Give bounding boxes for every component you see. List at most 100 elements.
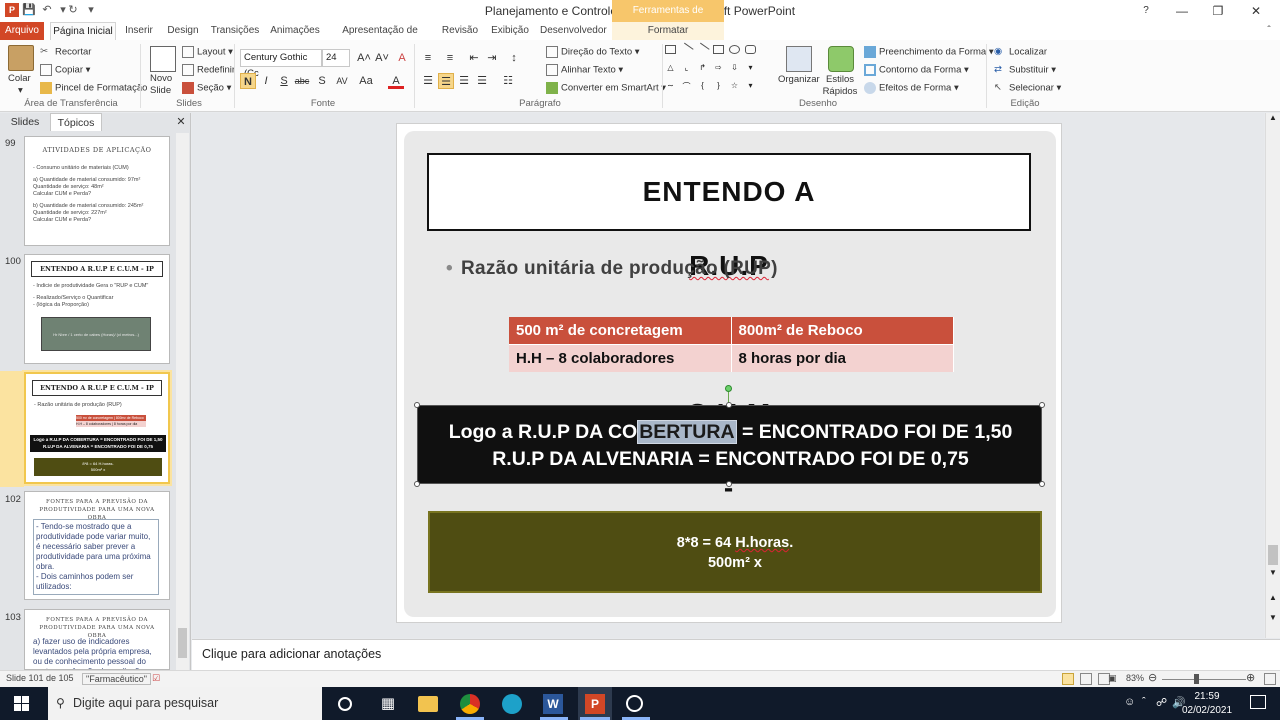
close-button[interactable]: ✕ xyxy=(1238,0,1274,22)
ribbon-collapse-icon[interactable]: ˆ xyxy=(1262,22,1276,40)
slide-title-box[interactable]: ENTENDO A R.U.P E C.U.M - IP xyxy=(427,153,1031,577)
task-view-icon[interactable]: ▦ xyxy=(378,694,398,714)
previous-slide-icon[interactable]: ▲ xyxy=(1266,593,1280,607)
chrome-icon[interactable] xyxy=(460,694,480,714)
new-slide-icon[interactable] xyxy=(150,46,176,72)
shape-fill-button[interactable]: Preenchimento da Forma ▾ xyxy=(864,46,994,58)
line-shape-icon[interactable] xyxy=(679,42,694,57)
show-hidden-icons[interactable]: ˆ xyxy=(1142,696,1146,708)
edge-icon[interactable] xyxy=(502,694,522,714)
arrange-button[interactable]: Organizar xyxy=(778,74,820,85)
replace-button[interactable]: ⇄ Substituir ▾ xyxy=(994,64,1056,76)
taskbar-search[interactable]: ⚲ Digite aqui para pesquisar xyxy=(48,687,322,720)
align-center-icon[interactable]: ☰ xyxy=(438,73,454,89)
minimize-button[interactable]: — xyxy=(1164,0,1200,22)
powerpoint-icon[interactable]: P xyxy=(585,694,605,714)
reset-button[interactable]: Redefinir xyxy=(182,64,235,76)
right-arrow-shape-icon[interactable]: ⇨ xyxy=(713,63,724,72)
slide-sorter-icon[interactable] xyxy=(1080,673,1092,685)
more-shapes-icon[interactable]: ▾ xyxy=(745,81,756,90)
resize-handle[interactable] xyxy=(414,402,420,408)
text-direction-button[interactable]: Direção do Texto ▾ xyxy=(546,46,640,58)
slide-thumbnail-102[interactable]: FONTES PARA A PREVISÃO DA PRODUTIVIDADE … xyxy=(24,491,170,600)
grow-font-button[interactable]: A˄ xyxy=(356,50,372,66)
font-name-field[interactable]: Century Gothic (Cc xyxy=(240,49,322,79)
arrow-shape-icon[interactable] xyxy=(695,42,710,57)
normal-view-icon[interactable] xyxy=(1062,673,1074,685)
brace-shape-icon[interactable]: { xyxy=(697,81,708,90)
italic-button[interactable]: I xyxy=(258,73,274,89)
canvas-scrollbar[interactable]: ▲ ▼ ▲ ▼ xyxy=(1265,113,1280,638)
obs-icon[interactable] xyxy=(626,695,643,712)
tab-transicoes[interactable]: Transições xyxy=(208,22,262,40)
tab-desenvolvedor[interactable]: Desenvolvedor xyxy=(540,22,607,40)
resize-handle[interactable] xyxy=(414,481,420,487)
shape-effects-button[interactable]: Efeitos de Forma ▾ xyxy=(864,82,959,94)
network-icon[interactable]: ☍ xyxy=(1156,696,1167,709)
tab-formatar[interactable]: Formatar xyxy=(612,22,724,40)
find-button[interactable]: ◉ Localizar xyxy=(994,46,1047,58)
tab-revisao[interactable]: Revisão xyxy=(438,22,482,40)
justify-icon[interactable]: ☰ xyxy=(474,73,490,89)
resize-handle[interactable] xyxy=(1039,402,1045,408)
select-button[interactable]: ↖ Selecionar ▾ xyxy=(994,82,1061,94)
data-table[interactable]: 500 m² de concretagem 800m² de Reboco H.… xyxy=(509,317,954,372)
align-left-icon[interactable]: ☰ xyxy=(420,73,436,89)
shape-outline-button[interactable]: Contorno da Forma ▾ xyxy=(864,64,969,76)
numbering-icon[interactable]: ≡ xyxy=(442,50,458,66)
tab-pagina-inicial[interactable]: Página Inicial xyxy=(50,22,116,40)
quick-styles-icon[interactable] xyxy=(828,46,854,72)
freeform-shape-icon[interactable]: ∼ xyxy=(665,81,676,90)
slide-thumbnail-100[interactable]: ENTENDO A R.U.P E C.U.M - IP - Indicie d… xyxy=(24,254,170,364)
shape-gallery-scroll-icon[interactable]: ▾ xyxy=(745,63,756,72)
close-pane-icon[interactable]: ✕ xyxy=(174,113,188,131)
rectangle-shape-icon[interactable] xyxy=(713,45,724,54)
notes-pane[interactable]: Clique para adicionar anotações xyxy=(192,639,1280,670)
align-text-button[interactable]: Alinhar Texto ▾ xyxy=(546,64,623,76)
triangle-shape-icon[interactable]: △ xyxy=(665,63,676,72)
font-size-field[interactable]: 24 xyxy=(322,49,350,67)
new-slide-button[interactable]: Novo Slide xyxy=(150,73,176,97)
tab-exibicao[interactable]: Exibição xyxy=(488,22,532,40)
increase-indent-icon[interactable]: ⇥ xyxy=(484,50,500,66)
scrollbar-thumb[interactable] xyxy=(178,628,187,658)
cut-button[interactable]: ✂ Recortar xyxy=(40,46,91,58)
underline-button[interactable]: S xyxy=(276,73,292,89)
table-cell[interactable]: 8 horas por dia xyxy=(731,344,954,372)
slides-pane-scrollbar[interactable] xyxy=(176,133,189,670)
tab-inserir[interactable]: Inserir xyxy=(120,22,158,40)
tab-topicos[interactable]: Tópicos xyxy=(50,113,102,131)
rotate-handle[interactable] xyxy=(725,385,732,392)
columns-icon[interactable]: ☷ xyxy=(500,73,516,89)
section-button[interactable]: Seção ▾ xyxy=(182,82,231,94)
result-text-box[interactable]: Logo a R.U.P DA CO BERTURA = ENCONTRADO F… xyxy=(417,405,1042,484)
strikethrough-button[interactable]: abc xyxy=(294,73,310,89)
brace-right-shape-icon[interactable]: } xyxy=(713,81,724,90)
rounded-rect-shape-icon[interactable] xyxy=(745,45,756,54)
tab-apresentacao[interactable]: Apresentação de Slides xyxy=(330,22,430,54)
quick-styles-button[interactable]: Estilos Rápidos xyxy=(820,74,860,98)
elbow-shape-icon[interactable]: ⌞ xyxy=(681,63,692,72)
paste-icon[interactable] xyxy=(8,45,34,71)
scroll-down-icon[interactable]: ▼ xyxy=(1266,568,1280,582)
help-icon[interactable]: ? xyxy=(1136,0,1156,22)
tab-slides[interactable]: Slides xyxy=(4,113,46,131)
profile-icon[interactable]: ☺ xyxy=(1124,696,1135,708)
file-explorer-icon[interactable] xyxy=(418,696,438,712)
shadow-button[interactable]: S xyxy=(314,73,330,89)
paste-dropdown-icon[interactable]: ▾ xyxy=(18,85,23,96)
paste-button[interactable]: Colar xyxy=(8,73,31,84)
star-shape-icon[interactable]: ☆ xyxy=(729,81,740,90)
format-painter-button[interactable]: Pincel de Formatação xyxy=(40,82,147,94)
down-arrow-shape-icon[interactable]: ⇩ xyxy=(729,63,740,72)
tab-animacoes[interactable]: Animações xyxy=(268,22,322,40)
slide-bullet[interactable]: • Razão unitária de produção (RUP) xyxy=(446,258,778,280)
zoom-in-icon[interactable]: ⊕ xyxy=(1246,671,1255,684)
table-cell[interactable]: 500 m² de concretagem xyxy=(509,317,732,345)
copy-button[interactable]: Copiar ▾ xyxy=(40,64,90,76)
slideshow-icon[interactable]: ▣ xyxy=(1108,673,1117,684)
shrink-font-button[interactable]: A˅ xyxy=(374,50,390,66)
slide-thumbnail-101[interactable]: ENTENDO A R.U.P E C.U.M - IP - Razão uni… xyxy=(24,372,170,484)
table-cell[interactable]: 800m² de Reboco xyxy=(731,317,954,345)
arrange-icon[interactable] xyxy=(786,46,812,72)
